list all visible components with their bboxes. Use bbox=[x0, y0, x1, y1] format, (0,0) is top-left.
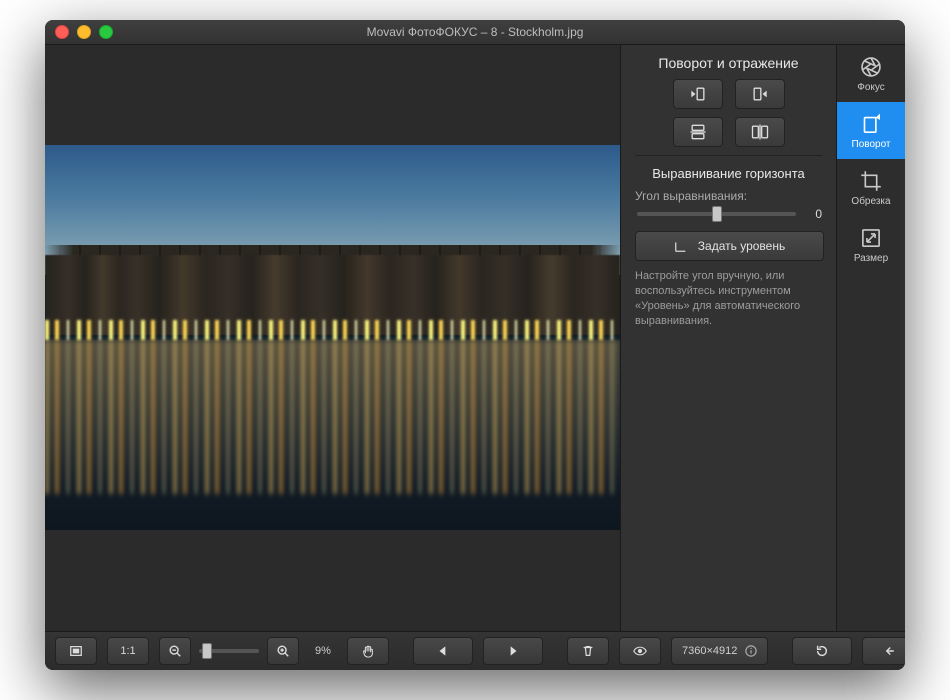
zoom-slider[interactable] bbox=[199, 649, 259, 653]
tool-strip: Фокус Поворот Обрезка bbox=[836, 45, 905, 631]
next-image-button[interactable] bbox=[483, 637, 543, 665]
undo-icon bbox=[885, 644, 899, 658]
triangle-left-icon bbox=[436, 644, 450, 658]
titlebar: Movavi ФотоФОКУС – 8 - Stockholm.jpg bbox=[45, 20, 905, 45]
tool-focus[interactable]: Фокус bbox=[837, 45, 905, 102]
main-row: Поворот и отражение bbox=[45, 45, 905, 631]
tool-focus-label: Фокус bbox=[857, 82, 885, 93]
preview-image bbox=[45, 145, 620, 530]
trash-icon bbox=[581, 644, 595, 658]
close-window-button[interactable] bbox=[55, 25, 69, 39]
zoom-controls bbox=[159, 637, 299, 665]
zoom-out-button[interactable] bbox=[159, 637, 191, 665]
rotate-flip-heading: Поворот и отражение bbox=[635, 55, 822, 71]
delete-button[interactable] bbox=[567, 637, 609, 665]
prev-image-button[interactable] bbox=[413, 637, 473, 665]
fit-screen-button[interactable] bbox=[55, 637, 97, 665]
tool-resize-label: Размер bbox=[854, 253, 888, 264]
rotate-icon bbox=[858, 111, 884, 137]
reset-icon bbox=[815, 644, 829, 658]
actual-size-label: 1:1 bbox=[120, 645, 135, 657]
triangle-right-icon bbox=[506, 644, 520, 658]
reset-button[interactable] bbox=[792, 637, 852, 665]
angle-slider[interactable] bbox=[637, 212, 796, 216]
set-level-label: Задать уровень bbox=[698, 239, 785, 253]
zoom-out-icon bbox=[168, 644, 182, 658]
hand-icon bbox=[361, 644, 375, 658]
zoom-in-icon bbox=[276, 644, 290, 658]
undo-button[interactable] bbox=[862, 637, 905, 665]
resize-icon bbox=[858, 225, 884, 251]
tool-resize[interactable]: Размер bbox=[837, 216, 905, 273]
side-panel: Поворот и отражение bbox=[620, 45, 836, 631]
angle-value: 0 bbox=[806, 207, 822, 221]
app-window: Movavi ФотоФОКУС – 8 - Stockholm.jpg bbox=[45, 20, 905, 670]
level-icon bbox=[674, 239, 688, 253]
window-title: Movavi ФотоФОКУС – 8 - Stockholm.jpg bbox=[45, 25, 905, 39]
fit-screen-icon bbox=[69, 644, 83, 658]
actual-size-button[interactable]: 1:1 bbox=[107, 637, 149, 665]
compare-button[interactable] bbox=[619, 637, 661, 665]
flip-horizontal-button[interactable] bbox=[735, 117, 785, 147]
flip-vertical-button[interactable] bbox=[673, 117, 723, 147]
hint-text: Настройте угол вручную, или воспользуйте… bbox=[621, 261, 836, 328]
info-icon[interactable] bbox=[745, 645, 757, 657]
image-dimensions-box: 7360×4912 bbox=[671, 637, 768, 665]
canvas-area[interactable] bbox=[45, 45, 620, 631]
window-controls bbox=[45, 25, 113, 39]
rotate-left-button[interactable] bbox=[673, 79, 723, 109]
zoom-percent: 9% bbox=[309, 645, 337, 657]
tool-rotate[interactable]: Поворот bbox=[837, 102, 905, 159]
zoom-window-button[interactable] bbox=[99, 25, 113, 39]
bottom-bar: 1:1 9% bbox=[45, 631, 905, 670]
tool-crop-label: Обрезка bbox=[851, 196, 890, 207]
aperture-icon bbox=[858, 54, 884, 80]
tool-rotate-label: Поворот bbox=[852, 139, 891, 150]
pan-tool-button[interactable] bbox=[347, 637, 389, 665]
rotate-right-button[interactable] bbox=[735, 79, 785, 109]
zoom-in-button[interactable] bbox=[267, 637, 299, 665]
tool-crop[interactable]: Обрезка bbox=[837, 159, 905, 216]
angle-label: Угол выравнивания: bbox=[635, 189, 822, 203]
minimize-window-button[interactable] bbox=[77, 25, 91, 39]
horizon-heading: Выравнивание горизонта bbox=[635, 166, 822, 181]
set-level-button[interactable]: Задать уровень bbox=[635, 231, 824, 261]
image-dimensions: 7360×4912 bbox=[682, 645, 737, 657]
crop-icon bbox=[858, 168, 884, 194]
eye-icon bbox=[633, 644, 647, 658]
